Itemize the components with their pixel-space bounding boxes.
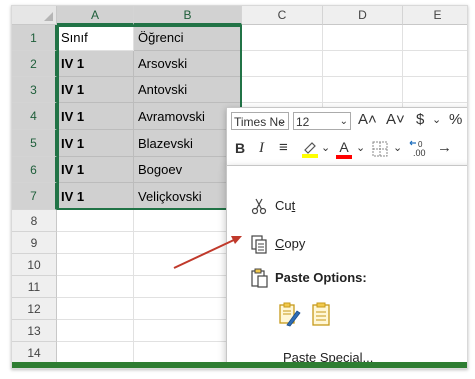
- row-header-13[interactable]: 13: [12, 320, 57, 342]
- italic-button[interactable]: I: [259, 138, 264, 158]
- paste-formatting-icon: [279, 302, 301, 327]
- row-header-3[interactable]: 3: [12, 77, 57, 103]
- empty-cell[interactable]: [57, 276, 134, 298]
- empty-cell[interactable]: [57, 298, 134, 320]
- svg-text:A: A: [339, 139, 349, 155]
- cell-a5[interactable]: IV 1: [57, 130, 134, 157]
- increase-font-button[interactable]: A˄: [358, 110, 377, 130]
- row-header-1[interactable]: 1: [12, 25, 57, 51]
- empty-cell[interactable]: [242, 25, 323, 51]
- highlight-dropdown-icon[interactable]: ⌄: [321, 138, 330, 158]
- cell-a7[interactable]: IV 1: [57, 183, 134, 210]
- row-header-8[interactable]: 8: [12, 210, 57, 232]
- column-header-a[interactable]: A: [57, 6, 134, 25]
- menu-label-paste-options: Paste Options:: [275, 270, 367, 285]
- font-size-box[interactable]: 12 ⌄: [293, 112, 351, 130]
- borders-button[interactable]: [372, 141, 388, 157]
- svg-text:.00: .00: [413, 148, 426, 158]
- empty-cell[interactable]: [57, 254, 134, 276]
- cell-a3[interactable]: IV 1: [57, 77, 134, 103]
- svg-text:0: 0: [418, 140, 423, 149]
- select-all-corner[interactable]: [12, 6, 57, 25]
- font-color-dropdown-icon[interactable]: ⌄: [356, 138, 365, 158]
- empty-cell[interactable]: [57, 210, 134, 232]
- menu-item-cut[interactable]: Cut: [227, 192, 467, 220]
- bold-button[interactable]: B: [235, 138, 245, 158]
- empty-cell[interactable]: [57, 342, 134, 364]
- mini-toolbar: Times Ne⌄ 12 ⌄ A˄ A˅ $ ⌄ % B I ≡ ⌄ A ⌄: [226, 107, 467, 167]
- cell-a4[interactable]: IV 1: [57, 103, 134, 130]
- empty-cell[interactable]: [242, 77, 323, 103]
- empty-cell[interactable]: [57, 320, 134, 342]
- highlight-pen-icon: [302, 142, 318, 158]
- currency-dropdown-icon[interactable]: ⌄: [432, 110, 441, 130]
- currency-button[interactable]: $: [416, 110, 424, 130]
- empty-cell[interactable]: [323, 51, 403, 77]
- paste-clipboard-icon: [312, 302, 330, 326]
- column-header-b[interactable]: B: [134, 6, 242, 25]
- copy-icon: [251, 235, 267, 254]
- decrease-font-button[interactable]: A˅: [386, 110, 405, 130]
- cell-b2[interactable]: Arsovski: [134, 51, 242, 77]
- row-header-11[interactable]: 11: [12, 276, 57, 298]
- align-button[interactable]: ≡: [279, 138, 288, 158]
- row-header-6[interactable]: 6: [12, 157, 57, 183]
- borders-dropdown-icon[interactable]: ⌄: [393, 138, 402, 158]
- borders-icon: [372, 141, 388, 157]
- cell-b3[interactable]: Antovski: [134, 77, 242, 103]
- row-header-10[interactable]: 10: [12, 254, 57, 276]
- menu-label-copy: Copy: [275, 236, 306, 251]
- excel-window: A B C D E 1 2 3 4 5 6 7 8 9 10 11 12 13 …: [11, 5, 468, 369]
- empty-cell[interactable]: [323, 77, 403, 103]
- row-header-12[interactable]: 12: [12, 298, 57, 320]
- row-header-4[interactable]: 4: [12, 103, 57, 130]
- cell-a1[interactable]: Sınıf: [57, 25, 134, 51]
- row-header-2[interactable]: 2: [12, 51, 57, 77]
- scissors-icon: [251, 198, 267, 215]
- paste-formatting-button[interactable]: [277, 301, 301, 327]
- menu-item-paste-options: Paste Options:: [227, 264, 467, 292]
- empty-cell[interactable]: [57, 232, 134, 254]
- menu-label-cut: Cut: [275, 198, 296, 213]
- font-color-icon: A: [336, 139, 352, 159]
- increase-decimal-button[interactable]: .00 0: [409, 139, 433, 159]
- font-name-box[interactable]: Times Ne ⌄: [231, 112, 289, 130]
- empty-cell[interactable]: [242, 51, 323, 77]
- empty-cell[interactable]: [323, 25, 403, 51]
- increase-decimal-icon: .00 0: [409, 140, 426, 158]
- column-header-d[interactable]: D: [323, 6, 403, 25]
- percent-button[interactable]: %: [449, 110, 462, 130]
- select-all-triangle-icon: [44, 12, 53, 21]
- column-header-e[interactable]: E: [403, 6, 467, 25]
- row-header-7[interactable]: 7: [12, 183, 57, 210]
- empty-cell[interactable]: [403, 25, 467, 51]
- font-color-button[interactable]: A: [335, 139, 353, 161]
- cell-a2[interactable]: IV 1: [57, 51, 134, 77]
- row-header-5[interactable]: 5: [12, 130, 57, 157]
- menu-item-copy[interactable]: Copy: [227, 230, 467, 258]
- paste-values-button[interactable]: [311, 301, 331, 327]
- row-header-14[interactable]: 14: [12, 342, 57, 364]
- context-menu: Cut Copy Paste Options: Paste Special...: [226, 165, 467, 368]
- empty-cell[interactable]: [403, 51, 467, 77]
- cell-b1[interactable]: Öğrenci: [134, 25, 242, 51]
- clipboard-icon: [251, 268, 268, 288]
- font-name-dropdown-icon[interactable]: ⌄: [278, 113, 286, 129]
- font-size-dropdown-icon[interactable]: ⌄: [340, 113, 348, 129]
- empty-cell[interactable]: [403, 77, 467, 103]
- font-size-value: 12: [296, 115, 310, 129]
- column-header-c[interactable]: C: [242, 6, 323, 25]
- highlight-button[interactable]: [301, 139, 319, 159]
- decrease-decimal-button[interactable]: →: [437, 138, 452, 158]
- row-header-9[interactable]: 9: [12, 232, 57, 254]
- cell-a6[interactable]: IV 1: [57, 157, 134, 183]
- bottom-green-bar: [12, 362, 467, 368]
